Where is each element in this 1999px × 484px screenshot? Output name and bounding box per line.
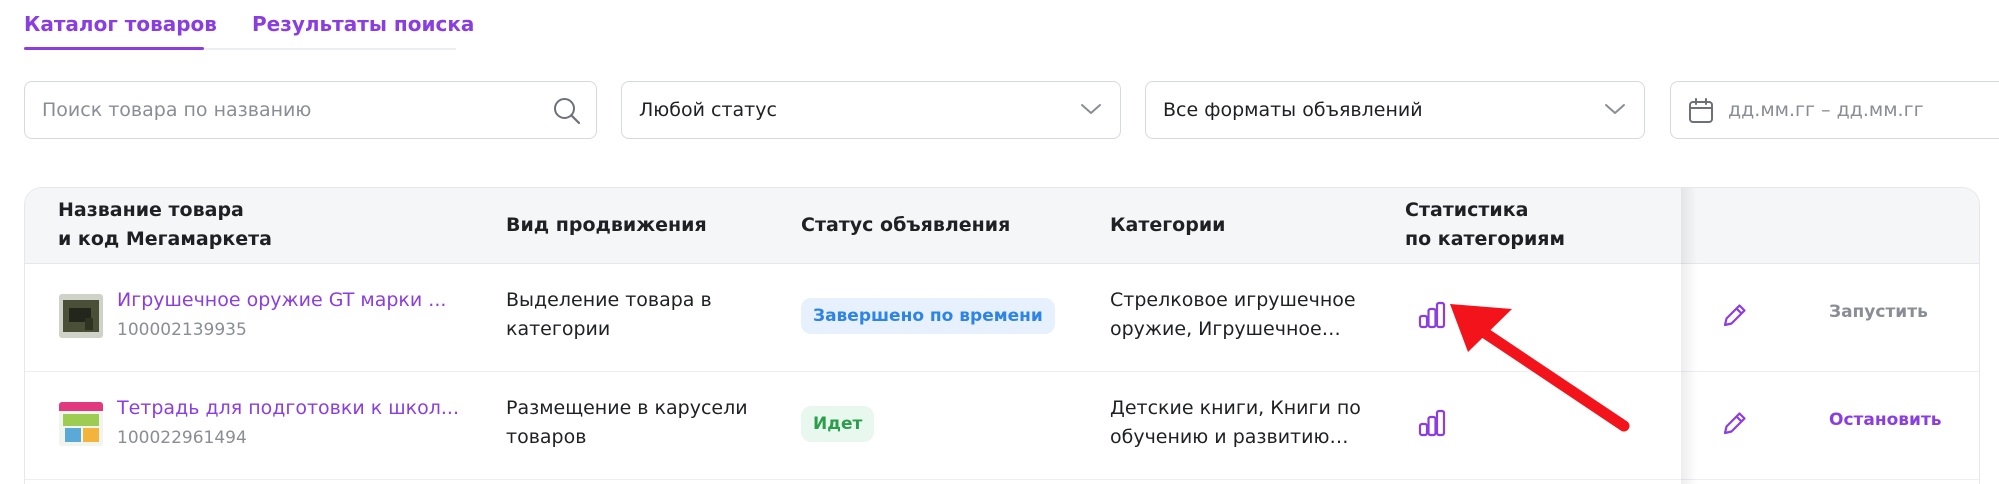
header-name: Название товара и код Мегамаркета	[58, 199, 272, 250]
search-icon[interactable]	[552, 96, 582, 126]
bar-chart-icon[interactable]	[1417, 408, 1447, 438]
chevron-down-icon	[1081, 104, 1101, 114]
status-badge: Идет	[801, 406, 875, 442]
categories: Стрелковое игрушечное оружие, Игрушечное…	[1110, 289, 1356, 340]
format-select[interactable]: Все форматы объявлений	[1145, 81, 1645, 139]
pencil-icon[interactable]	[1721, 409, 1749, 437]
tab-catalog[interactable]: Каталог товаров	[24, 12, 217, 36]
tab-search-results[interactable]: Результаты поиска	[252, 12, 474, 36]
products-table: Название товара и код Мегамаркета Вид пр…	[24, 187, 1980, 484]
search-placeholder: Поиск товара по названию	[42, 99, 312, 121]
status-badge: Завершено по времени	[801, 298, 1055, 334]
categories: Детские книги, Книги по обучению и разви…	[1110, 397, 1361, 448]
status-select-value: Любой статус	[639, 99, 777, 121]
calendar-icon	[1689, 98, 1713, 123]
active-tab-indicator	[24, 47, 204, 50]
header-stats: Статистика по категориям	[1405, 199, 1566, 250]
product-code: 100022961494	[117, 428, 247, 448]
sticky-column-shadow	[1681, 188, 1697, 484]
start-button[interactable]: Запустить	[1829, 302, 1928, 322]
status-select[interactable]: Любой статус	[621, 81, 1121, 139]
product-name-link[interactable]: Тетрадь для подготовки к школ...	[117, 397, 477, 419]
product-code: 100002139935	[117, 320, 247, 340]
header-promo: Вид продвижения	[506, 214, 707, 236]
product-name-link[interactable]: Игрушечное оружие GT марки ...	[117, 289, 477, 311]
tab-bar: Каталог товаров Результаты поиска	[24, 0, 474, 50]
promo-type: Размещение в карусели товаров	[506, 397, 748, 448]
header-status: Статус объявления	[801, 214, 1011, 236]
bar-chart-icon[interactable]	[1417, 300, 1447, 330]
pencil-icon[interactable]	[1721, 301, 1749, 329]
format-select-value: Все форматы объявлений	[1163, 99, 1423, 121]
search-input[interactable]: Поиск товара по названию	[24, 81, 597, 139]
product-thumbnail[interactable]	[59, 294, 103, 338]
stop-button[interactable]: Остановить	[1829, 410, 1942, 430]
product-thumbnail[interactable]	[59, 402, 103, 446]
header-categories: Категории	[1110, 214, 1226, 236]
chevron-down-icon	[1605, 104, 1625, 114]
promo-type: Выделение товара в категории	[506, 289, 712, 340]
date-range-input[interactable]: дд.мм.гг – дд.мм.гг	[1670, 81, 1999, 139]
date-range-placeholder: дд.мм.гг – дд.мм.гг	[1728, 99, 1924, 121]
